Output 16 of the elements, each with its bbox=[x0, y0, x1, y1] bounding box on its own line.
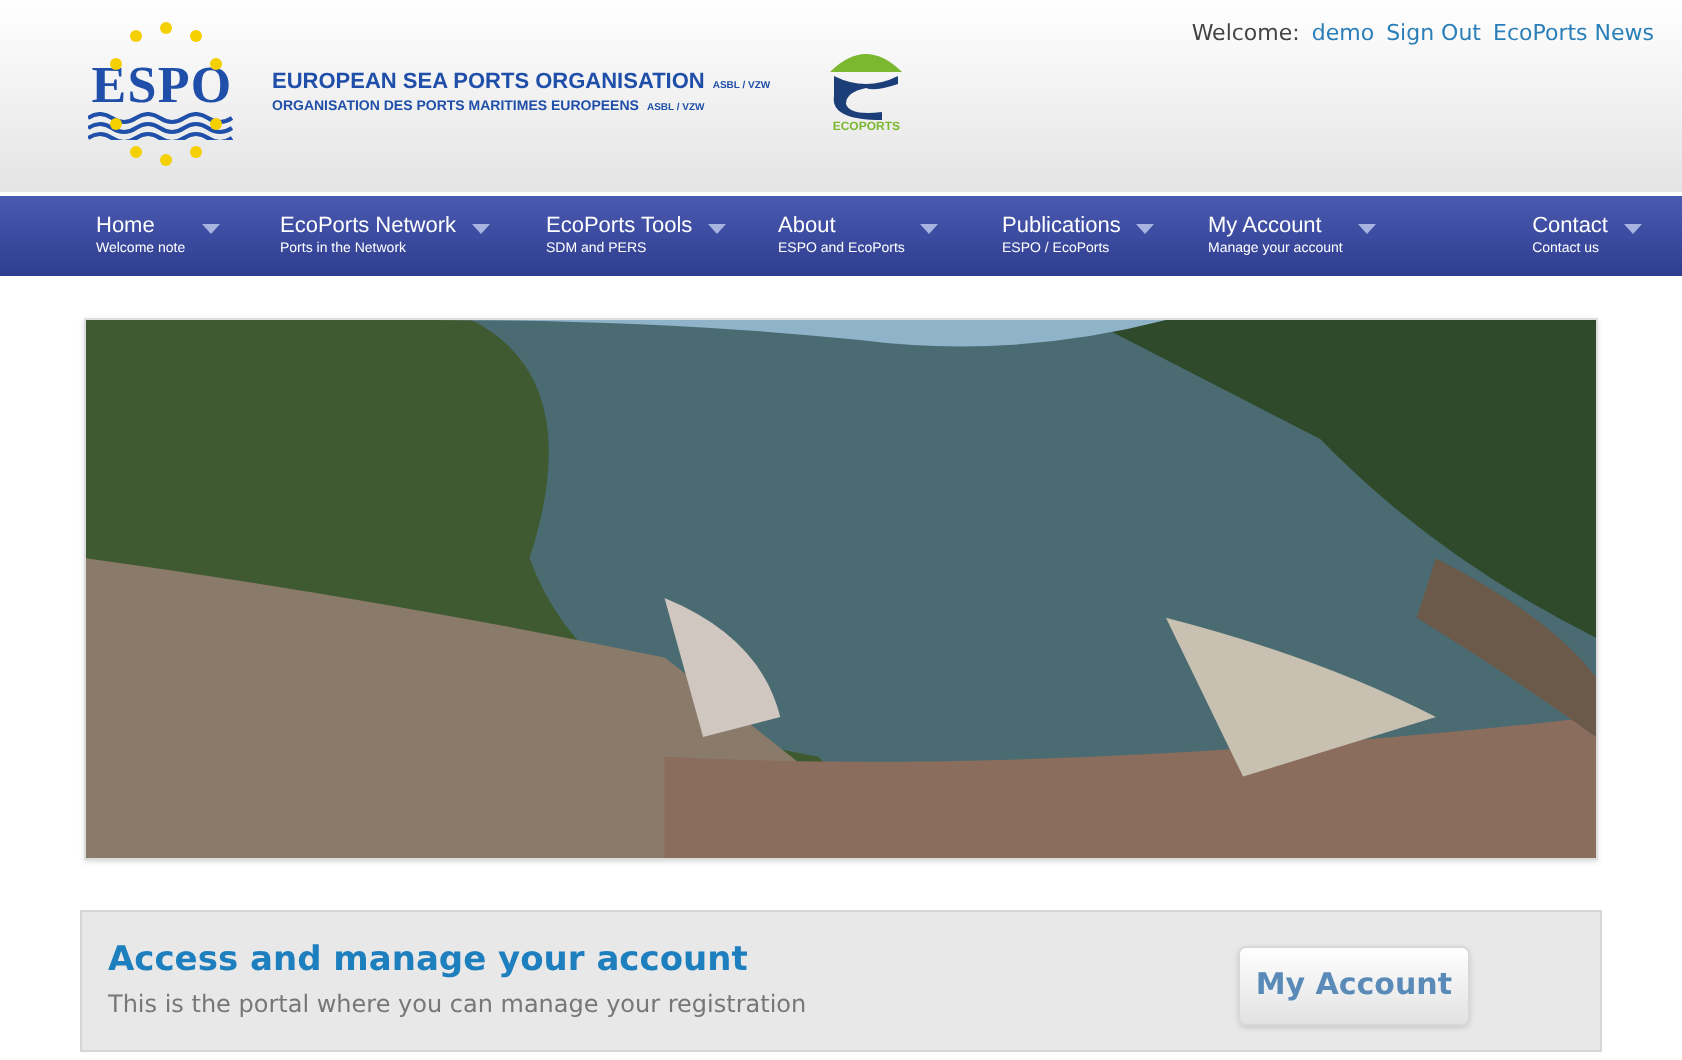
welcome-label: Welcome: bbox=[1191, 18, 1300, 50]
caret-icon bbox=[201, 223, 220, 234]
caret-icon bbox=[1136, 223, 1155, 234]
caret-icon bbox=[708, 223, 727, 234]
logo-text: ESPO bbox=[91, 60, 233, 112]
caret-icon bbox=[1624, 223, 1642, 234]
header-link[interactable]: EcoPorts News bbox=[1493, 18, 1654, 51]
org-name: EUROPEAN SEA PORTS ORGANISATION bbox=[272, 67, 705, 97]
card-title: Access and manage your account bbox=[108, 939, 750, 983]
header-link[interactable]: Sign Out bbox=[1386, 18, 1481, 51]
card-subtitle: This is the portal where you can manage your registration bbox=[108, 988, 807, 1023]
header-link[interactable]: demo bbox=[1311, 18, 1375, 51]
caret-icon bbox=[1358, 223, 1377, 234]
caret-icon bbox=[472, 223, 491, 234]
waves-icon bbox=[88, 112, 236, 140]
caret-icon bbox=[920, 223, 939, 234]
